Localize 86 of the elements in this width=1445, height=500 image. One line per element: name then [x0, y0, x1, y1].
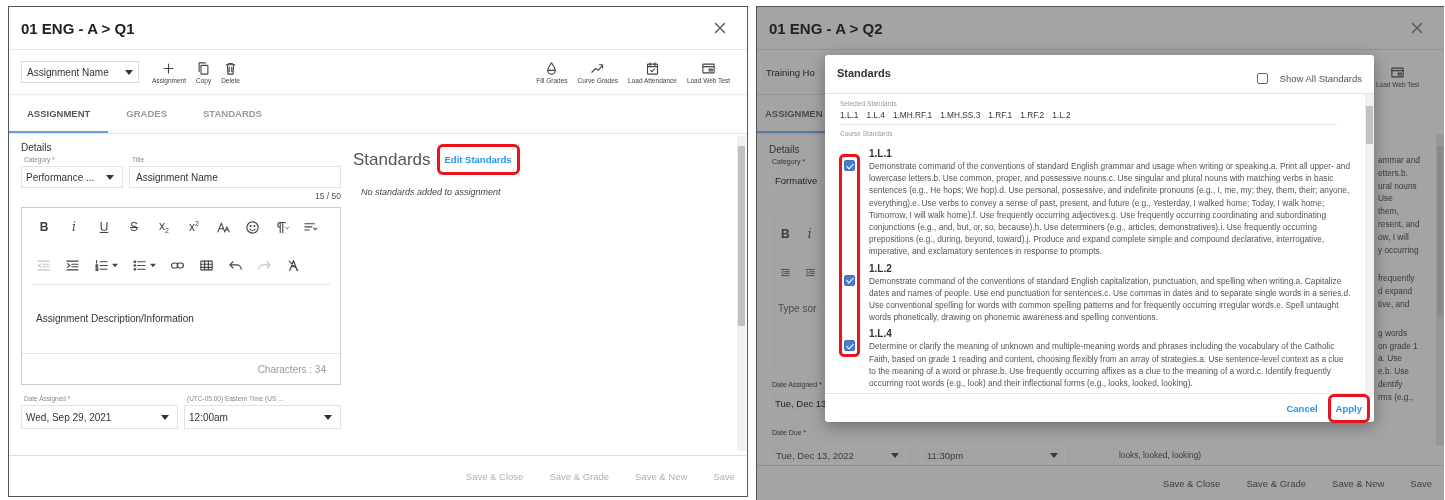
editor-placeholder: Type sor [777, 302, 818, 314]
bullet-list-icon[interactable] [132, 257, 147, 273]
caret-icon [1050, 452, 1058, 458]
selected-standard: 1.MH.RF.1 [892, 110, 933, 120]
dropdown-field[interactable]: Wed, Sep 29, 2021 [21, 405, 178, 429]
section-heading: Standards [353, 149, 431, 170]
standard-checkbox[interactable] [844, 340, 855, 352]
standard-checkbox[interactable] [844, 160, 855, 171]
indent-icon[interactable] [65, 257, 80, 273]
description-text-fragment: looks, looked, looking) [1119, 450, 1202, 460]
standard-description: Determine or clarify the meaning of unknown and multiple-meaning words and phrases including the vocabulary of the Catholic Faith, based on grade 1 reading and content, choosing flexibly from an array of strategies.a. Use sentence-level context as a clue to the meaning of a word or phrase.b. Use frequently occurring affixes as a clue to the meaning of a word.c. Identify frequently occurring root words (e.g., look) and their inflectional forms (e.g., looks, looked, looking). [869, 340, 1345, 390]
dropdown-field[interactable]: 12:00am [184, 405, 341, 429]
section-heading: Details [21, 142, 53, 153]
show-all-checkbox[interactable]: Show All Standards [1256, 73, 1362, 84]
dropdown-field[interactable]: Tue, Dec 13, 2022 [769, 446, 906, 464]
caret-icon [106, 174, 114, 180]
description-text-fragment: ural nouns [1378, 179, 1418, 193]
description-text-fragment: them, [1378, 205, 1400, 218]
superscript-button[interactable]: x$^{2}$ [186, 220, 202, 234]
italic-button[interactable]: i [804, 227, 815, 241]
selected-standard: 1.L.4 [866, 110, 885, 120]
standard-code: 1.L.4 [869, 327, 893, 341]
selected-standard: 1.RF.2 [1020, 110, 1045, 120]
selected-standard: 1.L.2 [1052, 110, 1071, 120]
character-counter: 15 / 50 [314, 191, 341, 201]
description-text-fragment: resent, and [1378, 218, 1421, 231]
standard-code: 1.L.1 [869, 147, 893, 160]
dialog-title: Standards [837, 67, 891, 79]
pilcrow-icon[interactable] [274, 219, 289, 235]
smiley-icon[interactable] [245, 219, 260, 235]
standard-checkbox[interactable] [844, 274, 855, 286]
caret-icon [112, 262, 118, 268]
caret-icon [125, 69, 133, 75]
standard-description: Demonstrate command of the conventions of standard English grammar and usage when writing or speaking.a. Print all upper- and lowercase letters.b. Use common, proper, and possessive nouns.c. Use singular and plural nouns with matching verbs in basic sentences (e.g., He hops; We hop).d. Use personal, possessive, and indefinite pronouns (e.g., I, me, my; they, them, their; anyone, everything).e. Use verbs to convey a sense of past, present, and future (e.g., Yesterday, I walked home; Today, I walk home; Tomorrow, I will walk home).f. Use frequently occurring adjectives.g. Use frequently occurring coordinating and subordinating conjunctions (e.g., and, but, or, so, because).h. Use determiners (e.g., articles, demonstratives).i. Use frequently occurring prepositions (e.g., during, beyond, toward).j. Produce and expand complete simple and compound declarative, interrogative, imperative, and exclamatory sentences in response to prompts. [869, 160, 1351, 258]
clear-format-icon[interactable] [286, 257, 301, 273]
caret-icon [324, 414, 332, 420]
scrollbar[interactable] [1365, 94, 1374, 394]
selected-standard: 1.MH.SS.3 [940, 110, 981, 120]
standard-code: 1.L.2 [869, 261, 893, 275]
tab[interactable]: ASSIGNMENT [9, 95, 109, 133]
text-size-icon[interactable] [216, 219, 231, 235]
standard-description: Demonstrate command of the conventions of standard English capitalization, punctuation, and spelling when writing.a. Capitalize dates and names of people. Use end punctuation for sentences.c. Use commas in dates and to separate single words in a series.d. Use conventional spelling for words with common spelling patterns and for frequently occurring irregular words.e. Spell untaught words phonetically, drawing on phonemic awareness and spelling conventions. [869, 274, 1351, 324]
scrollbar[interactable] [1436, 134, 1444, 445]
rich-text-editor[interactable]: B i U S x$_{2}$ x$^{2}$ Assignment Description/Information Characters : 34 [21, 207, 341, 385]
dialog-title: 01 ENG - A > Q2 [769, 19, 883, 37]
description-text-fragment: on grade 1 [1378, 339, 1419, 353]
description-text-fragment: ammar and [1378, 154, 1421, 167]
window-icon [1390, 65, 1406, 80]
description-text-fragment: e.b. Use [1378, 365, 1410, 378]
copy-icon [196, 60, 212, 76]
dialog-title: 01 ENG - A > Q1 [21, 19, 135, 37]
description-text-fragment: a. Use [1378, 352, 1403, 366]
description-text-fragment: g words [1378, 326, 1409, 340]
bold-button[interactable]: B [36, 220, 52, 234]
window-icon [700, 60, 716, 76]
description-text-fragment: etters.b. [1378, 166, 1409, 180]
description-text-fragment: y occurring [1378, 243, 1420, 257]
underline-button[interactable]: U [96, 220, 112, 234]
section-heading: Details [769, 144, 801, 155]
selected-standard: 1.L.1 [840, 110, 859, 120]
strike-button[interactable]: S [126, 220, 142, 234]
empty-message: No standards added to assignment [360, 187, 502, 197]
subscript-button[interactable]: x$_{2}$ [156, 219, 172, 235]
plus-icon [161, 60, 177, 76]
caret-icon [891, 452, 899, 458]
description-text-fragment: tive, and [1378, 297, 1411, 311]
dropdown-field[interactable]: 11:30pm [920, 446, 1065, 464]
table-icon[interactable] [199, 257, 214, 273]
calendar-check-icon [644, 60, 660, 76]
character-count: Characters : 34 [257, 363, 326, 375]
selected-standard: 1.RF.1 [988, 110, 1013, 120]
italic-button[interactable]: i [66, 220, 82, 234]
assignment-dropdown[interactable]: Assignment Name [21, 61, 139, 83]
description-text-fragment: rms (e.g., [1378, 390, 1415, 404]
bold-button[interactable]: B [780, 227, 791, 241]
scrollbar[interactable] [737, 136, 746, 451]
caret-icon [150, 262, 156, 268]
description-text-fragment: Use [1378, 192, 1394, 206]
editor-text: Assignment Description/Information [35, 312, 195, 326]
title-input[interactable]: Assignment Name [129, 166, 341, 188]
numbered-list-icon[interactable] [94, 257, 109, 273]
caret-icon [161, 414, 169, 420]
description-text-fragment: dentify [1378, 377, 1404, 391]
description-text-fragment: d expand [1378, 285, 1414, 298]
description-text-fragment: frequently [1378, 272, 1416, 286]
dropdown-field[interactable]: Performance ... [21, 166, 123, 188]
